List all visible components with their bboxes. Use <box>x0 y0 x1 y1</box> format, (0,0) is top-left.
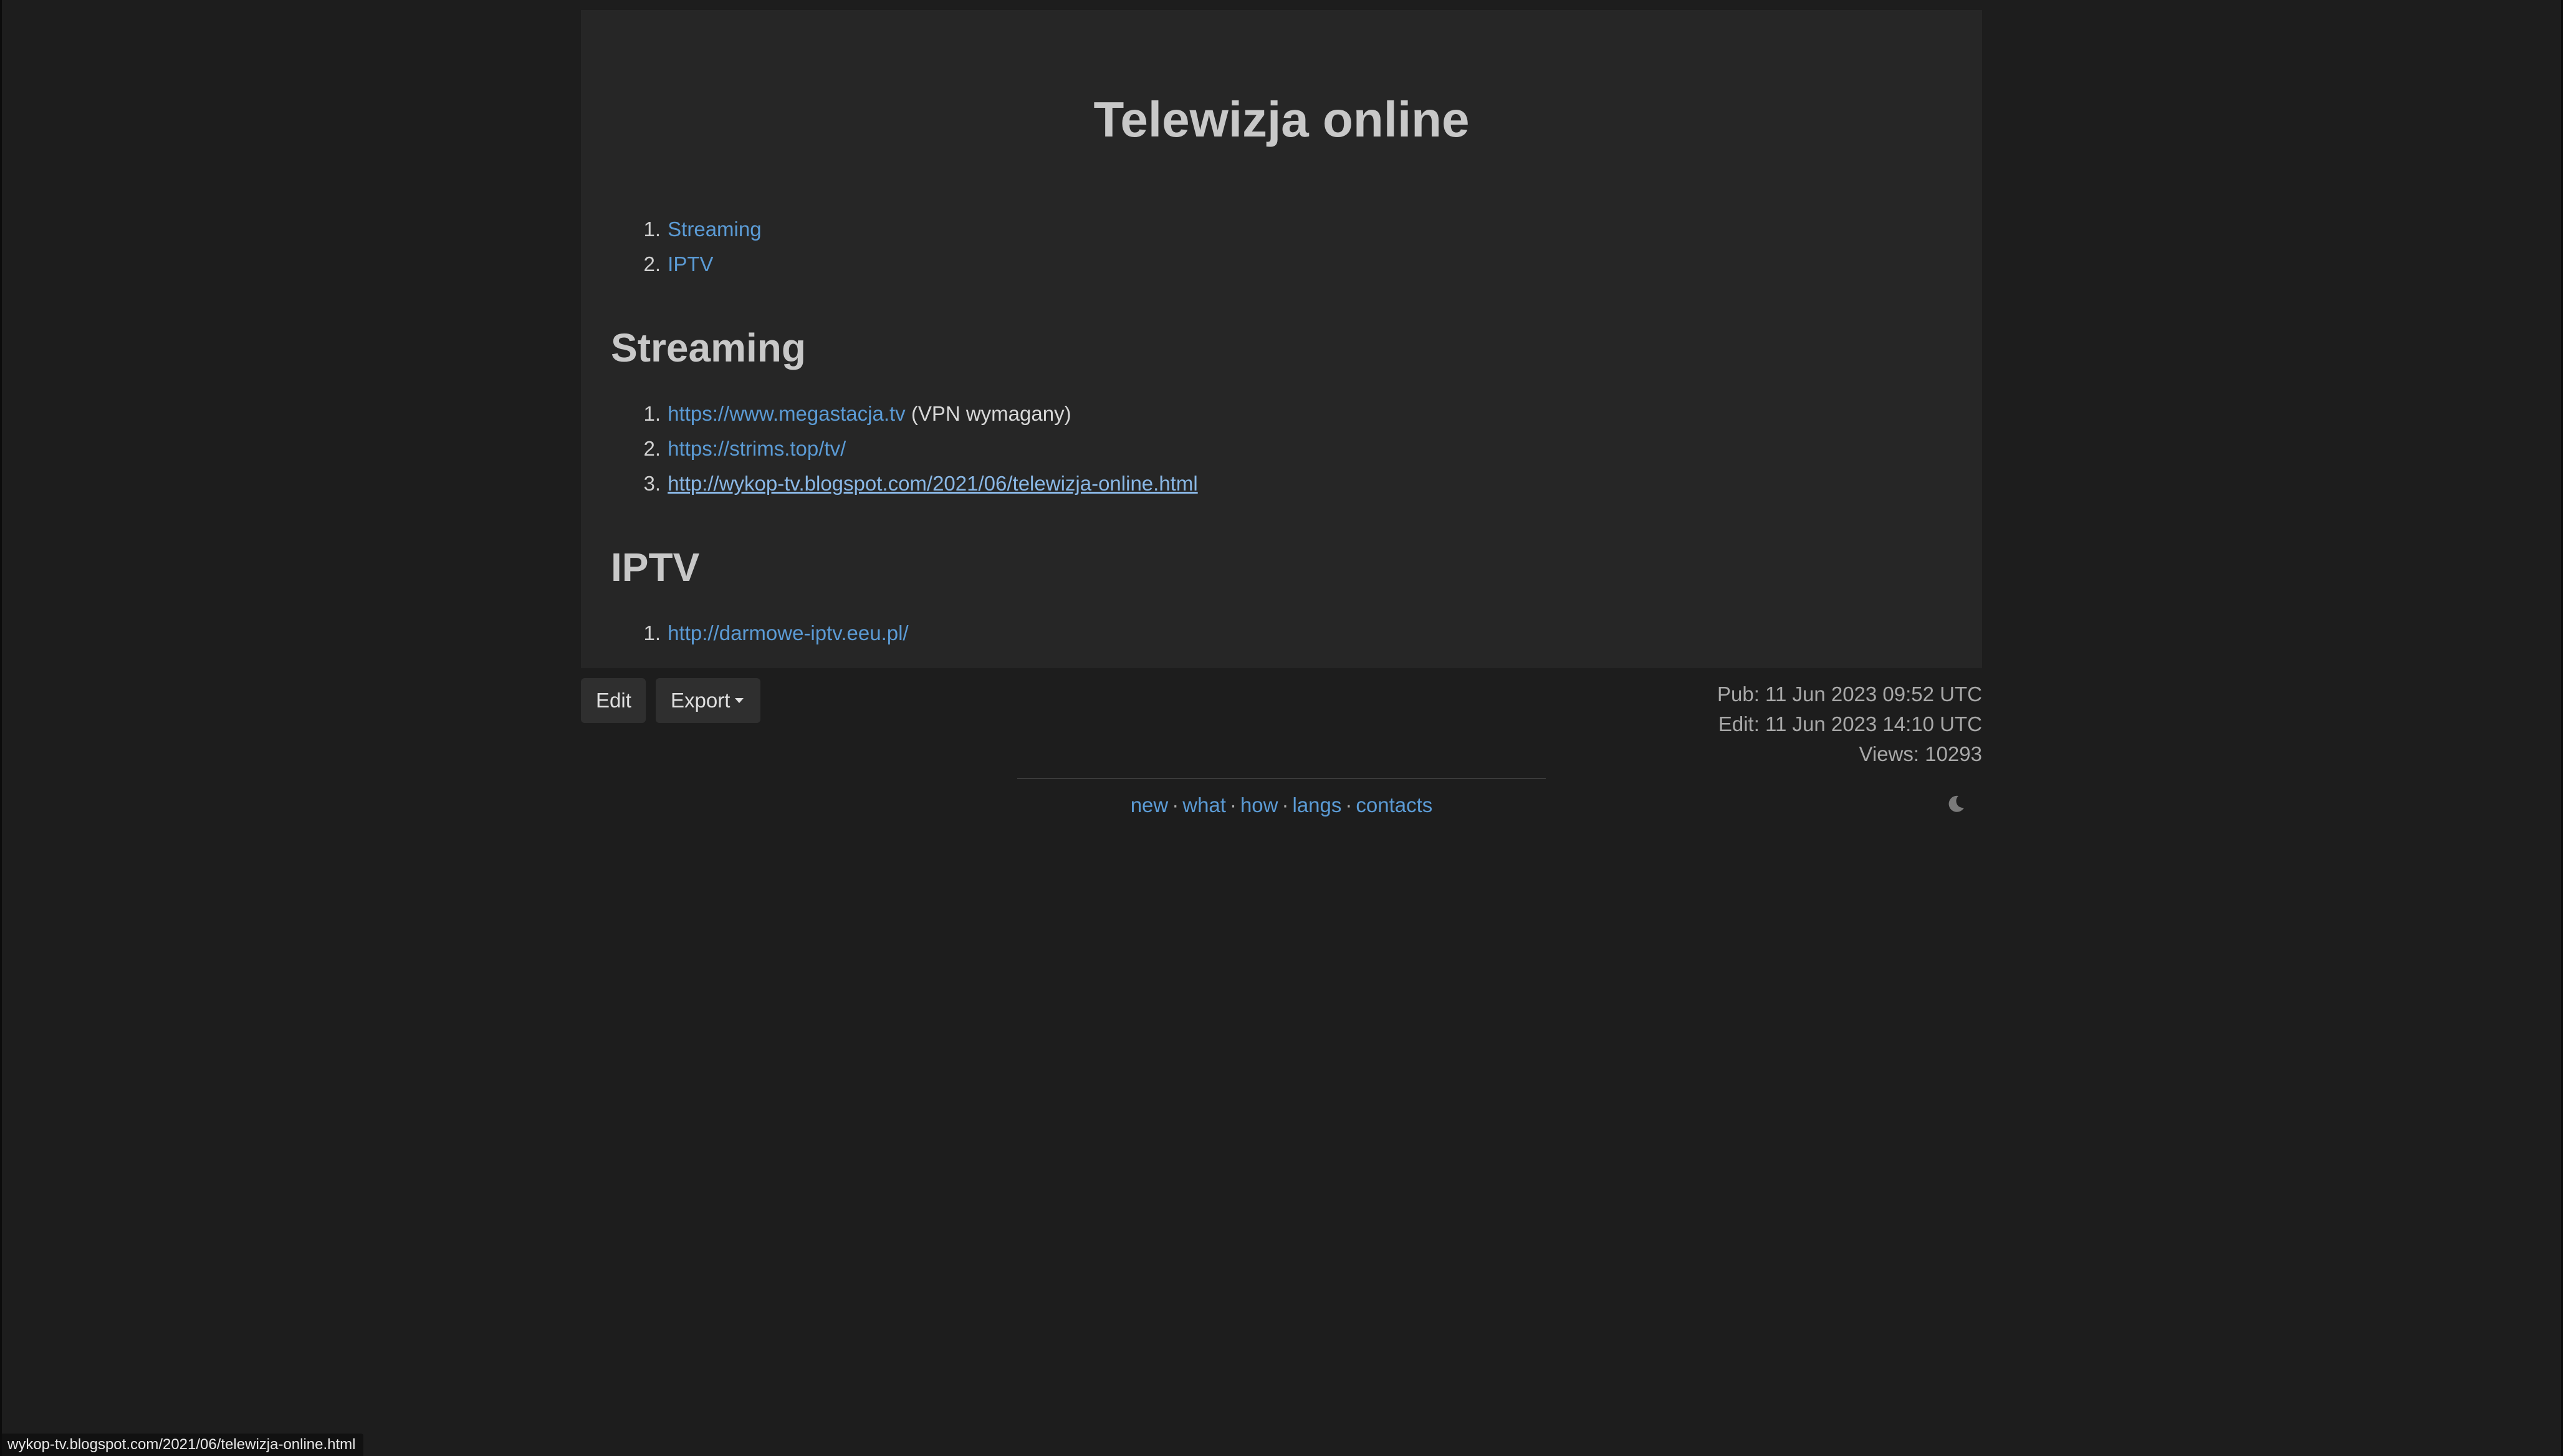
page-title: Telewizja online <box>1093 92 1470 147</box>
section-heading-iptv: IPTV <box>611 545 700 590</box>
footer-link-langs[interactable]: langs <box>1293 793 1342 817</box>
browser-viewport: Telewizja online 1. Streaming 2. IPTV St… <box>0 0 2563 1456</box>
strims-link[interactable]: https://strims.top/tv/ <box>668 437 846 460</box>
published-date: Pub: 11 Jun 2023 09:52 UTC <box>1717 682 1982 706</box>
edited-date: Edit: 11 Jun 2023 14:10 UTC <box>1718 712 1982 735</box>
list-item: 3. http://wykop-tv.blogspot.com/2021/06/… <box>611 466 1198 501</box>
list-number: 2. <box>643 437 661 460</box>
streaming-list: 1. https://www.megastacja.tv (VPN wymaga… <box>611 396 1198 501</box>
iptv-list: 1. http://darmowe-iptv.eeu.pl/ <box>611 616 908 651</box>
footer-link-how[interactable]: how <box>1240 793 1278 817</box>
toc-item: 1. Streaming <box>611 212 761 247</box>
wykop-tv-link[interactable]: http://wykop-tv.blogspot.com/2021/06/tel… <box>668 472 1198 495</box>
article-card: Telewizja online 1. Streaming 2. IPTV St… <box>581 10 1982 668</box>
export-button-label: Export <box>671 689 731 712</box>
list-number: 1. <box>643 402 661 425</box>
toc-link-iptv[interactable]: IPTV <box>668 252 713 275</box>
footer-divider <box>1017 778 1546 779</box>
list-item: 1. http://darmowe-iptv.eeu.pl/ <box>611 616 908 651</box>
toc-item: 2. IPTV <box>611 247 762 282</box>
list-number: 1. <box>643 621 661 644</box>
separator: · <box>1229 793 1237 817</box>
list-number: 3. <box>643 472 661 495</box>
darmowe-iptv-link[interactable]: http://darmowe-iptv.eeu.pl/ <box>668 621 908 644</box>
edit-button-label: Edit <box>596 689 631 712</box>
list-number: 2. <box>643 252 661 275</box>
separator: · <box>1345 793 1353 817</box>
footer-link-contacts[interactable]: contacts <box>1356 793 1432 817</box>
footer-link-what[interactable]: what <box>1182 793 1226 817</box>
status-bar-url: wykop-tv.blogspot.com/2021/06/telewizja-… <box>0 1434 363 1456</box>
section-heading-streaming: Streaming <box>611 325 806 370</box>
vpn-note: (VPN wymagany) <box>911 402 1071 425</box>
list-number: 1. <box>643 218 661 241</box>
moon-icon[interactable] <box>1946 794 1966 814</box>
caret-down-icon <box>735 698 744 704</box>
edit-button[interactable]: Edit <box>581 678 646 723</box>
list-item: 2. https://strims.top/tv/ <box>611 431 1198 466</box>
export-dropdown-button[interactable]: Export <box>656 678 760 723</box>
separator: · <box>1282 793 1289 817</box>
megastacja-link[interactable]: https://www.megastacja.tv <box>668 402 905 425</box>
list-item: 1. https://www.megastacja.tv (VPN wymaga… <box>611 396 1198 431</box>
view-count: Views: 10293 <box>1859 742 1982 765</box>
separator: · <box>1172 793 1179 817</box>
toc-link-streaming[interactable]: Streaming <box>668 218 761 241</box>
footer-link-new[interactable]: new <box>1131 793 1169 817</box>
page-meta: Pub: 11 Jun 2023 09:52 UTC Edit: 11 Jun … <box>1717 679 1982 769</box>
footer-nav: new · what · how · langs · contacts <box>0 792 2563 819</box>
table-of-contents: 1. Streaming 2. IPTV <box>611 212 762 282</box>
